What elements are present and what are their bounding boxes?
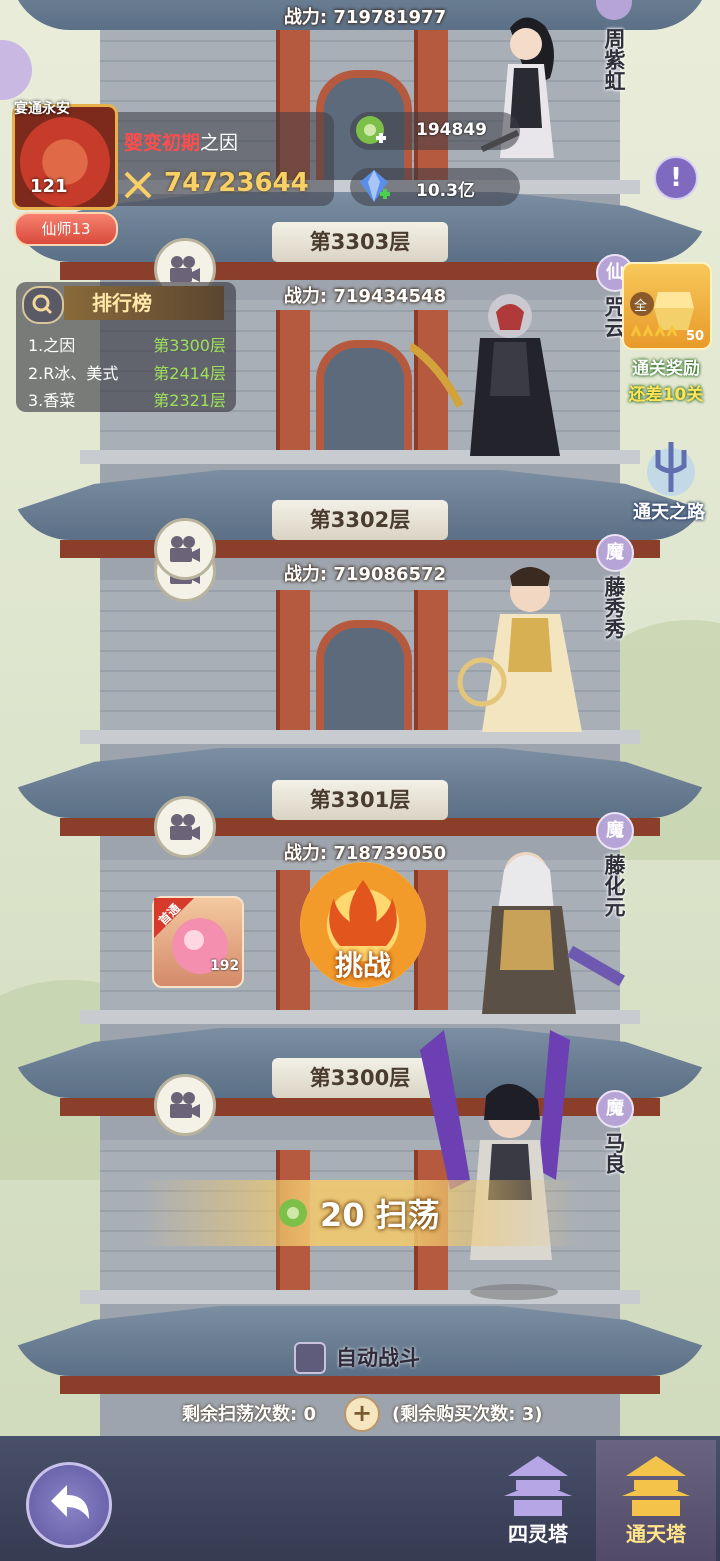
buy-sweeps-button[interactable]: + <box>344 1396 380 1432</box>
red-pillar <box>414 590 448 730</box>
replay-video-button[interactable] <box>154 796 216 858</box>
first-pass-reward[interactable]: 首通 <box>152 896 244 988</box>
pagoda-door <box>316 340 412 458</box>
remaining-counts: 剩余扫荡次数: 0 + (剩余购买次数: 3) <box>0 1396 720 1432</box>
back-arrow-icon <box>51 1485 89 1519</box>
red-pillar <box>276 590 310 730</box>
red-pillar <box>414 30 448 180</box>
boss-name: 周紫虹 <box>602 28 626 91</box>
boss-character-zhouyun[interactable] <box>407 286 610 466</box>
boss-name: 马良 <box>602 1132 626 1174</box>
tab-four-spirit-tower[interactable]: 四灵塔 <box>478 1440 598 1561</box>
leaderboard-floor: 第2321层 <box>153 391 226 410</box>
player-realm: 婴变初期之因 <box>124 128 238 155</box>
floor-label-3303: 第3303层 <box>272 222 448 262</box>
boss-character-tengxiuxiu[interactable] <box>452 562 612 742</box>
jade-token-count: 194849 <box>416 120 487 140</box>
tower-screen: 第3303层 第3302层 第3301层 第3300层 战力: 71978197… <box>0 0 720 1561</box>
camera-icon <box>170 814 200 840</box>
clear-reward-chest[interactable]: 全 50 <box>622 262 712 350</box>
jade-token-icon <box>279 1199 307 1227</box>
player-level: 121 <box>30 176 68 197</box>
roof-edge <box>60 1376 660 1394</box>
pagoda-icon <box>504 1456 572 1516</box>
camera-icon <box>170 1092 200 1118</box>
replay-video-button[interactable] <box>154 1074 216 1136</box>
reward-badge: 全 <box>634 298 647 314</box>
faction-badge: 魔 <box>596 812 634 850</box>
treasure-chest-icon: 全 50 <box>630 292 704 344</box>
leaderboard-title: 排行榜 <box>64 286 224 320</box>
boss-name: 藤化元 <box>602 854 626 917</box>
tongtian-road-button[interactable] <box>636 436 706 498</box>
floor-label-3302: 第3302层 <box>272 500 448 540</box>
roof-edge <box>60 262 660 280</box>
roof-edge <box>60 540 660 558</box>
side-tab[interactable] <box>0 40 32 100</box>
search-icon <box>32 294 53 315</box>
tab-label: 通天塔 <box>626 1522 686 1546</box>
clear-reward-remaining: 还差10关 <box>628 385 704 405</box>
sweep-label: 20 扫荡 <box>320 1190 440 1236</box>
crossed-swords-icon <box>124 171 152 199</box>
remaining-purchases: (剩余购买次数: 3) <box>392 1404 543 1425</box>
trident-icon <box>647 442 695 496</box>
floor-power-3302: 战力: 719086572 <box>283 564 447 585</box>
floor-power-3304: 战力: 719781977 <box>283 7 447 28</box>
replay-video-button[interactable] <box>154 518 216 580</box>
player-battle-power: 74723644 <box>164 168 309 198</box>
jade-token-icon[interactable] <box>352 112 388 148</box>
first-pass-quantity: 192 <box>210 958 240 974</box>
boss-name: 藤秀秀 <box>602 576 626 639</box>
sweep-text: 扫荡 <box>375 1196 440 1234</box>
auto-battle-label: 自动战斗 <box>336 1346 420 1370</box>
pagoda-door <box>316 620 412 738</box>
leaderboard-name: 3.香菜 <box>28 391 76 410</box>
auto-battle-checkbox[interactable] <box>294 1342 326 1374</box>
blue-crystal-icon[interactable] <box>356 168 392 204</box>
crystal-count: 10.3亿 <box>416 181 475 201</box>
remaining-sweeps: 剩余扫荡次数: 0 <box>182 1404 316 1425</box>
reward-count: 50 <box>686 329 704 344</box>
faction-badge: 魔 <box>596 534 634 572</box>
red-pillar <box>276 310 310 450</box>
back-button[interactable] <box>26 1462 112 1548</box>
avatar-title: 宴通永安 <box>14 101 70 117</box>
tab-label: 四灵塔 <box>508 1522 568 1546</box>
floor-label-3301: 第3301层 <box>272 780 448 820</box>
camera-icon <box>170 536 200 562</box>
leaderboard-floor: 第2414层 <box>153 364 226 383</box>
faction-badge: 魔 <box>596 1090 634 1128</box>
boss-name-column: 魔 马良 <box>596 1090 634 1174</box>
realm-stage: 婴变初期 <box>124 132 201 154</box>
boss-character-zhouzihong[interactable] <box>470 8 580 184</box>
sweep-cost: 20 <box>320 1196 365 1234</box>
leaderboard-floor: 第3300层 <box>153 336 226 355</box>
boss-character-maliang[interactable] <box>420 1030 600 1300</box>
pagoda-icon <box>622 1456 690 1516</box>
boss-name-column: 魔 藤秀秀 <box>596 534 634 639</box>
leaderboard-search-button[interactable] <box>22 286 64 324</box>
leaderboard-name: 2.R冰、美式 <box>28 364 119 383</box>
challenge-label: 挑战 <box>334 949 391 982</box>
leaderboard-name: 1.之因 <box>28 336 76 355</box>
player-name: 之因 <box>200 132 239 154</box>
tab-tongtian-tower[interactable]: 通天塔 <box>596 1440 716 1561</box>
clear-reward-label: 通关奖励 <box>632 359 700 379</box>
boss-name-column: 魔 藤化元 <box>596 812 634 917</box>
info-icon[interactable]: ! <box>654 156 698 200</box>
rank-badge[interactable]: 仙师13 <box>14 212 118 246</box>
camera-icon <box>170 256 200 282</box>
tongtian-road-label: 通天之路 <box>633 502 705 523</box>
